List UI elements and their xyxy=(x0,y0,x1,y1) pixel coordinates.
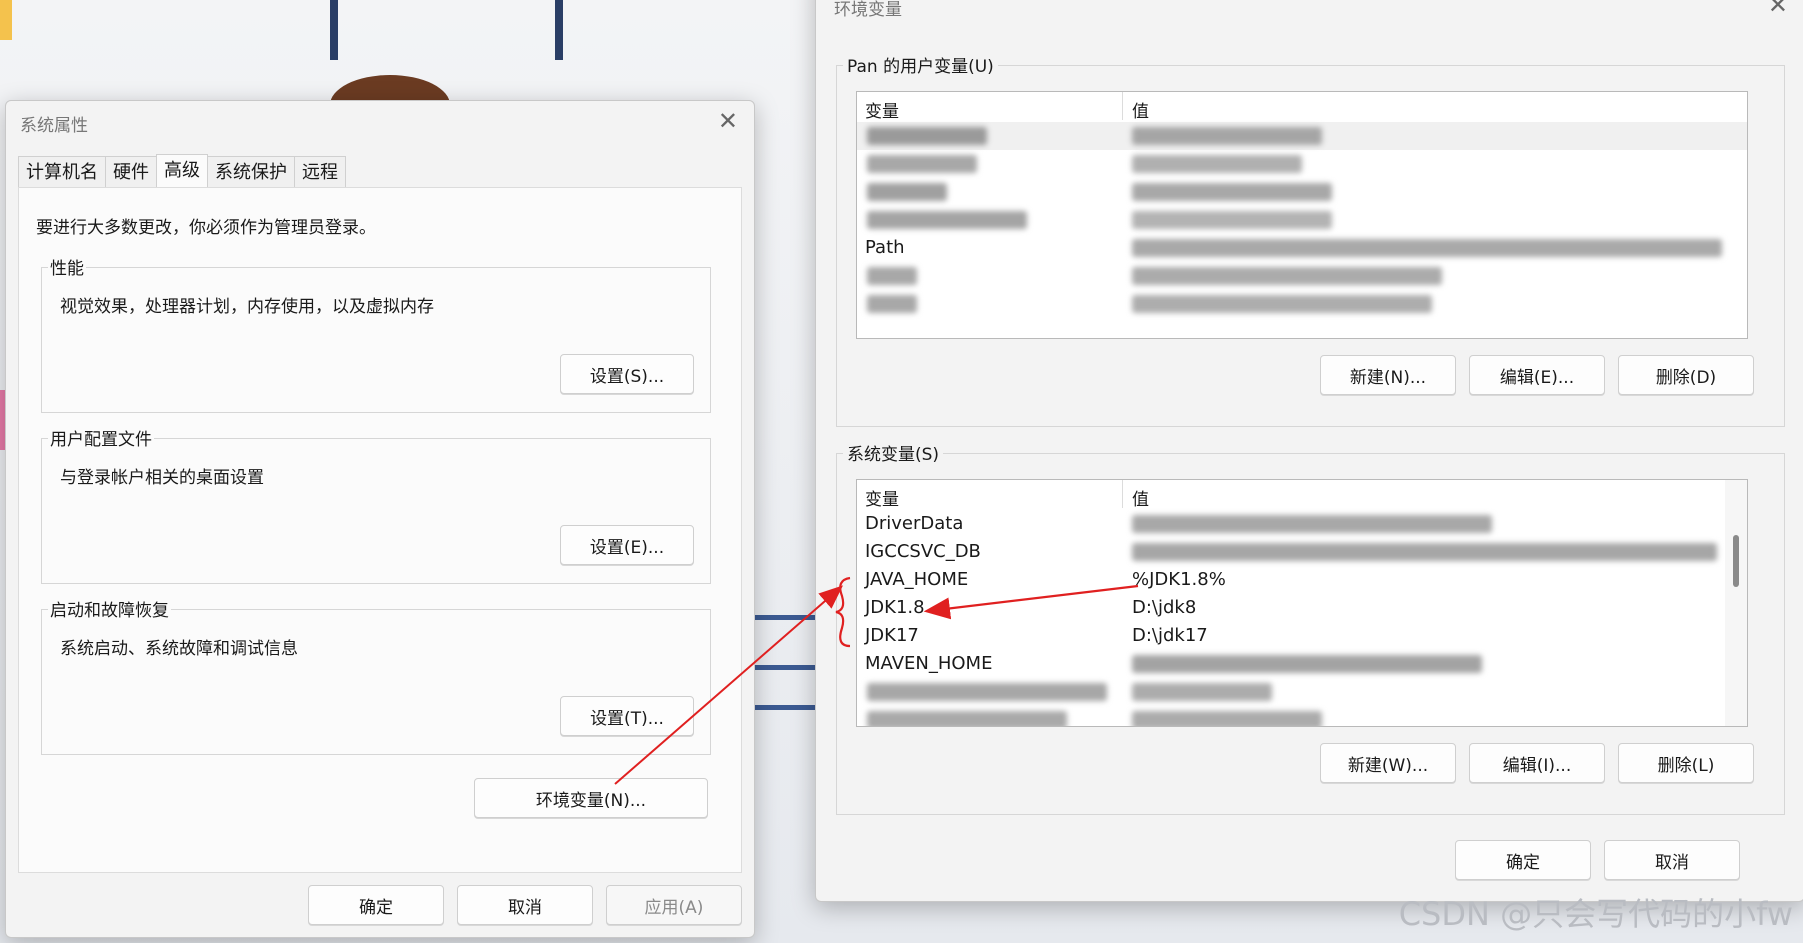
startup-recovery-settings-button[interactable]: 设置(T)... xyxy=(560,696,694,736)
user-delete-button[interactable]: 删除(D) xyxy=(1618,355,1754,395)
variable-name: IGCCSVC_DB xyxy=(865,541,981,562)
cancel-button[interactable]: 取消 xyxy=(457,885,593,925)
scrollbar-thumb[interactable] xyxy=(1733,535,1739,587)
vertical-scrollbar[interactable] xyxy=(1725,480,1747,726)
section-label: Pan 的用户变量(U) xyxy=(843,52,998,77)
system-variables-list[interactable]: 变量 值 DriverData IGCCSVC_DB JAVA_HOME %JD… xyxy=(856,479,1748,727)
user-variables-list[interactable]: 变量 值 Path xyxy=(856,91,1748,339)
tab-advanced[interactable]: 高级 xyxy=(156,154,208,191)
ok-button[interactable]: 确定 xyxy=(308,885,444,925)
variable-name: DriverData xyxy=(865,513,964,534)
table-row[interactable]: JDK17 D:\jdk17 xyxy=(857,622,1747,650)
system-edit-button[interactable]: 编辑(I)... xyxy=(1469,743,1605,783)
group-label: 用户配置文件 xyxy=(48,425,154,450)
cancel-button[interactable]: 取消 xyxy=(1604,840,1740,880)
startup-recovery-group: 启动和故障恢复 系统启动、系统故障和调试信息 设置(T)... xyxy=(41,596,711,755)
user-profiles-group: 用户配置文件 与登录帐户相关的桌面设置 设置(E)... xyxy=(41,425,711,584)
table-row[interactable] xyxy=(857,206,1747,234)
group-label: 性能 xyxy=(48,254,86,279)
variable-name: MAVEN_HOME xyxy=(865,653,993,674)
user-new-button[interactable]: 新建(N)... xyxy=(1320,355,1456,395)
table-row[interactable]: MAVEN_HOME xyxy=(857,650,1747,678)
performance-group: 性能 视觉效果，处理器计划，内存使用，以及虚拟内存 设置(S)... xyxy=(41,254,711,413)
variable-value: D:\jdk8 xyxy=(1132,597,1197,618)
group-description: 视觉效果，处理器计划，内存使用，以及虚拟内存 xyxy=(60,297,434,317)
background-edge xyxy=(0,0,12,40)
group-description: 系统启动、系统故障和调试信息 xyxy=(60,639,298,659)
column-header-value: 值 xyxy=(1132,490,1149,510)
background-line xyxy=(555,0,563,60)
performance-settings-button[interactable]: 设置(S)... xyxy=(560,354,694,394)
column-header-variable: 变量 xyxy=(865,490,899,510)
table-row[interactable] xyxy=(857,150,1747,178)
table-row[interactable]: DriverData xyxy=(857,510,1747,538)
system-properties-dialog: 系统属性 ✕ 计算机名 硬件 高级 系统保护 远程 要进行大多数更改，你必须作为… xyxy=(5,100,755,938)
environment-variables-button[interactable]: 环境变量(N)... xyxy=(474,778,708,818)
system-new-button[interactable]: 新建(W)... xyxy=(1320,743,1456,783)
variable-name: Path xyxy=(865,237,905,258)
variable-name: JAVA_HOME xyxy=(865,569,969,590)
table-row[interactable] xyxy=(857,678,1747,706)
group-description: 与登录帐户相关的桌面设置 xyxy=(60,468,264,488)
table-row[interactable] xyxy=(857,178,1747,206)
variable-value: %JDK1.8% xyxy=(1132,569,1226,590)
group-label: 启动和故障恢复 xyxy=(48,596,171,621)
dialog-title: 环境变量 xyxy=(834,0,902,20)
tab-computer-name[interactable]: 计算机名 xyxy=(18,156,106,189)
column-header-variable: 变量 xyxy=(865,102,899,122)
close-icon[interactable]: ✕ xyxy=(718,107,738,135)
dialog-title: 系统属性 xyxy=(20,116,88,136)
background-line xyxy=(750,665,820,670)
table-row[interactable]: JDK1.8 D:\jdk8 xyxy=(857,594,1747,622)
table-row[interactable] xyxy=(857,706,1747,726)
variable-value: D:\jdk17 xyxy=(1132,625,1208,646)
close-icon[interactable]: ✕ xyxy=(1768,0,1788,19)
table-row[interactable]: JAVA_HOME %JDK1.8% xyxy=(857,566,1747,594)
environment-variables-dialog: 环境变量 ✕ Pan 的用户变量(U) 变量 值 Path 新建(N)... 编… xyxy=(815,0,1803,902)
tab-hardware[interactable]: 硬件 xyxy=(105,156,157,189)
admin-note: 要进行大多数更改，你必须作为管理员登录。 xyxy=(36,218,376,238)
background-line xyxy=(330,0,338,60)
section-label: 系统变量(S) xyxy=(843,440,944,465)
tab-remote[interactable]: 远程 xyxy=(294,156,346,189)
background-line xyxy=(750,615,820,620)
background-line xyxy=(750,705,820,710)
table-row[interactable] xyxy=(857,262,1747,290)
system-delete-button[interactable]: 删除(L) xyxy=(1618,743,1754,783)
variable-name: JDK17 xyxy=(865,625,919,646)
user-variables-section: Pan 的用户变量(U) 变量 值 Path 新建(N)... 编辑(E)...… xyxy=(836,52,1785,427)
table-row[interactable]: IGCCSVC_DB xyxy=(857,538,1747,566)
user-edit-button[interactable]: 编辑(E)... xyxy=(1469,355,1605,395)
user-profiles-settings-button[interactable]: 设置(E)... xyxy=(560,525,694,565)
ok-button[interactable]: 确定 xyxy=(1455,840,1591,880)
column-header-value: 值 xyxy=(1132,102,1149,122)
table-row[interactable] xyxy=(857,290,1747,318)
variable-name: JDK1.8 xyxy=(865,597,925,618)
table-row[interactable]: Path xyxy=(857,234,1747,262)
table-row[interactable] xyxy=(857,122,1747,150)
apply-button[interactable]: 应用(A) xyxy=(606,885,742,925)
list-header: 变量 值 xyxy=(857,480,1747,510)
watermark: CSDN @只会写代码的小fw xyxy=(1398,895,1793,933)
tab-system-protection[interactable]: 系统保护 xyxy=(207,156,295,189)
system-variables-section: 系统变量(S) 变量 值 DriverData IGCCSVC_DB JAVA_… xyxy=(836,440,1785,815)
list-header: 变量 值 xyxy=(857,92,1747,122)
